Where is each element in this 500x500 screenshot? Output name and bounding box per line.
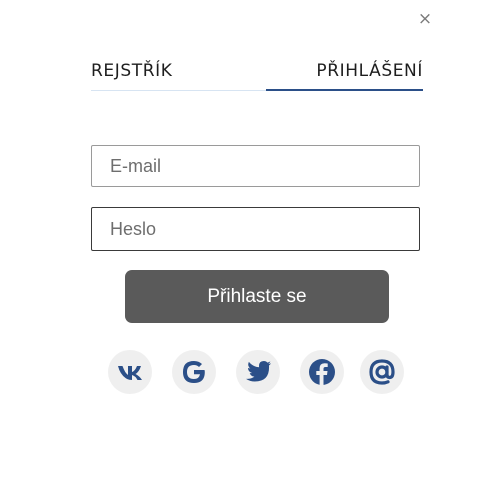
facebook-icon: [308, 358, 336, 386]
password-field[interactable]: [91, 207, 420, 251]
google-login-button[interactable]: [172, 350, 216, 394]
login-button-label: Přihlaste se: [207, 285, 307, 307]
email-login-button[interactable]: [360, 350, 404, 394]
facebook-login-button[interactable]: [300, 350, 344, 394]
close-button[interactable]: ×: [414, 8, 436, 30]
social-login-row: [108, 350, 408, 396]
email-field[interactable]: [91, 145, 420, 187]
twitter-icon: [244, 360, 272, 384]
google-icon: [180, 358, 208, 386]
vk-icon: [117, 364, 143, 380]
twitter-login-button[interactable]: [236, 350, 280, 394]
tab-login-label: PŘIHLÁŠENÍ: [316, 61, 423, 81]
active-tab-indicator: [266, 89, 423, 91]
tab-register[interactable]: REJSTŘÍK: [91, 52, 173, 90]
tab-login[interactable]: PŘIHLÁŠENÍ: [316, 52, 423, 90]
login-button[interactable]: Přihlaste se: [125, 270, 389, 323]
tab-register-label: REJSTŘÍK: [91, 61, 173, 81]
at-sign-icon: [368, 358, 396, 386]
auth-tabs: REJSTŘÍK PŘIHLÁŠENÍ: [91, 52, 423, 92]
close-icon: ×: [417, 9, 433, 29]
vk-login-button[interactable]: [108, 350, 152, 394]
